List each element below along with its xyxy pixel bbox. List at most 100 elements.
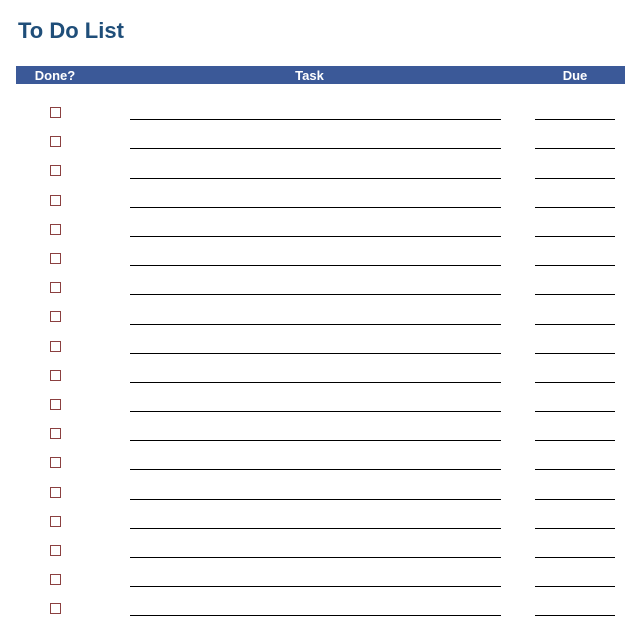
cell-task — [94, 324, 525, 332]
cell-done — [16, 594, 94, 623]
task-line[interactable] — [130, 324, 501, 325]
due-line[interactable] — [535, 294, 615, 295]
page-title: To Do List — [18, 18, 625, 44]
cell-task — [94, 178, 525, 186]
task-line[interactable] — [130, 353, 501, 354]
done-checkbox[interactable] — [50, 487, 61, 498]
cell-done — [16, 507, 94, 536]
done-checkbox[interactable] — [50, 545, 61, 556]
due-line[interactable] — [535, 265, 615, 266]
task-line[interactable] — [130, 469, 501, 470]
cell-due — [525, 353, 625, 361]
table-row — [16, 156, 625, 185]
cell-due — [525, 236, 625, 244]
cell-done — [16, 361, 94, 390]
done-checkbox[interactable] — [50, 399, 61, 410]
cell-done — [16, 448, 94, 477]
table-row — [16, 594, 625, 623]
table-row — [16, 332, 625, 361]
cell-task — [94, 265, 525, 273]
done-checkbox[interactable] — [50, 516, 61, 527]
cell-done — [16, 244, 94, 273]
due-line[interactable] — [535, 236, 615, 237]
due-line[interactable] — [535, 178, 615, 179]
done-checkbox[interactable] — [50, 603, 61, 614]
table-row — [16, 419, 625, 448]
rows-container — [16, 98, 625, 623]
done-checkbox[interactable] — [50, 165, 61, 176]
cell-due — [525, 324, 625, 332]
due-line[interactable] — [535, 353, 615, 354]
cell-due — [525, 528, 625, 536]
cell-due — [525, 178, 625, 186]
done-checkbox[interactable] — [50, 341, 61, 352]
cell-task — [94, 557, 525, 565]
cell-done — [16, 273, 94, 302]
cell-due — [525, 411, 625, 419]
cell-due — [525, 265, 625, 273]
cell-done — [16, 215, 94, 244]
task-line[interactable] — [130, 586, 501, 587]
done-checkbox[interactable] — [50, 107, 61, 118]
task-line[interactable] — [130, 615, 501, 616]
task-line[interactable] — [130, 119, 501, 120]
due-line[interactable] — [535, 499, 615, 500]
table-row — [16, 390, 625, 419]
done-checkbox[interactable] — [50, 574, 61, 585]
due-line[interactable] — [535, 528, 615, 529]
task-line[interactable] — [130, 499, 501, 500]
cell-due — [525, 382, 625, 390]
cell-task — [94, 499, 525, 507]
cell-task — [94, 207, 525, 215]
due-line[interactable] — [535, 148, 615, 149]
column-header-done: Done? — [16, 68, 94, 83]
done-checkbox[interactable] — [50, 370, 61, 381]
done-checkbox[interactable] — [50, 457, 61, 468]
cell-due — [525, 469, 625, 477]
due-line[interactable] — [535, 440, 615, 441]
task-line[interactable] — [130, 207, 501, 208]
due-line[interactable] — [535, 469, 615, 470]
cell-done — [16, 536, 94, 565]
table-row — [16, 273, 625, 302]
table-row — [16, 302, 625, 331]
cell-task — [94, 615, 525, 623]
task-line[interactable] — [130, 528, 501, 529]
task-line[interactable] — [130, 557, 501, 558]
due-line[interactable] — [535, 586, 615, 587]
table-row — [16, 536, 625, 565]
task-line[interactable] — [130, 148, 501, 149]
cell-task — [94, 294, 525, 302]
task-line[interactable] — [130, 294, 501, 295]
cell-task — [94, 382, 525, 390]
due-line[interactable] — [535, 119, 615, 120]
due-line[interactable] — [535, 382, 615, 383]
cell-due — [525, 207, 625, 215]
cell-due — [525, 440, 625, 448]
task-line[interactable] — [130, 411, 501, 412]
done-checkbox[interactable] — [50, 311, 61, 322]
done-checkbox[interactable] — [50, 136, 61, 147]
done-checkbox[interactable] — [50, 224, 61, 235]
cell-done — [16, 565, 94, 594]
table-row — [16, 215, 625, 244]
due-line[interactable] — [535, 411, 615, 412]
due-line[interactable] — [535, 324, 615, 325]
task-line[interactable] — [130, 382, 501, 383]
task-line[interactable] — [130, 236, 501, 237]
cell-done — [16, 419, 94, 448]
due-line[interactable] — [535, 615, 615, 616]
done-checkbox[interactable] — [50, 428, 61, 439]
cell-task — [94, 353, 525, 361]
cell-done — [16, 156, 94, 185]
task-line[interactable] — [130, 440, 501, 441]
cell-done — [16, 302, 94, 331]
column-header-due: Due — [525, 68, 625, 83]
task-line[interactable] — [130, 178, 501, 179]
task-line[interactable] — [130, 265, 501, 266]
done-checkbox[interactable] — [50, 282, 61, 293]
done-checkbox[interactable] — [50, 195, 61, 206]
due-line[interactable] — [535, 557, 615, 558]
due-line[interactable] — [535, 207, 615, 208]
done-checkbox[interactable] — [50, 253, 61, 264]
